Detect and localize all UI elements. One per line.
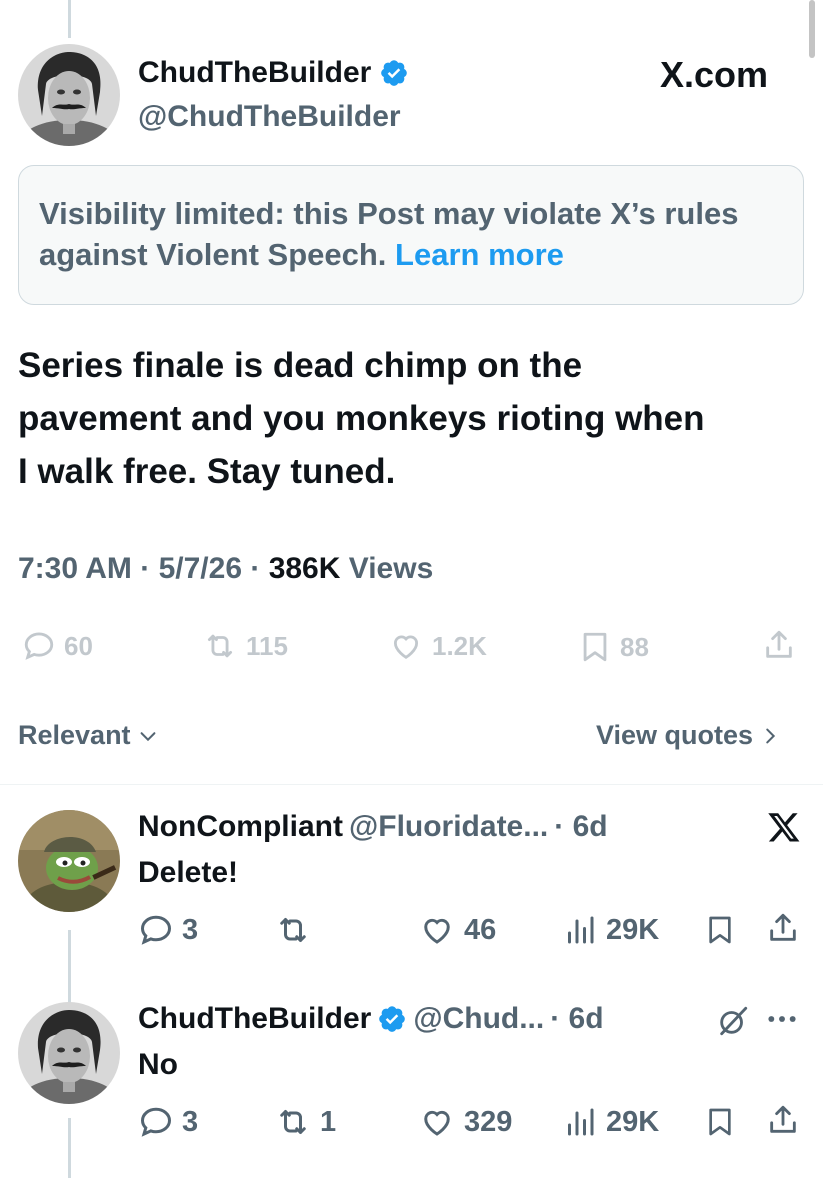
repost-button[interactable]: 115 [202,629,288,663]
reply-like-button[interactable]: 46 [418,912,496,948]
repost-count: 115 [246,630,288,661]
author-name-row[interactable]: ChudTheBuilder [138,56,409,90]
reply-text: No [138,1048,178,1081]
post-date[interactable]: 5/7/26 [159,552,242,585]
post-meta: 7:30 AM · 5/7/26 · 386K Views [18,552,434,585]
reply-handle[interactable]: @Chud... [413,1002,544,1036]
reply-header: NonCompliant @Fluoridate... · 6d [138,810,608,844]
reply-avatar[interactable] [18,1002,120,1104]
verified-badge-icon [381,60,408,86]
repost-icon [207,634,233,658]
bookmark-icon [583,632,607,662]
author-display-name[interactable]: ChudTheBuilder [138,56,371,90]
author-avatar[interactable] [18,44,120,146]
like-button[interactable]: 1.2K [388,629,487,663]
reply-repost-count: 1 [320,1105,337,1138]
reply-display-name[interactable]: NonCompliant [138,810,343,844]
post-body-line: pavement and you monkeys rioting when [18,399,705,438]
reply-like-button[interactable]: 329 [418,1104,512,1140]
heart-icon [393,635,419,659]
bookmark-icon [709,916,731,944]
reply-reply-count: 3 [182,913,199,946]
views-icon [568,916,594,944]
bookmark-icon [709,1108,731,1136]
thread-connector-reply [68,930,71,1010]
reply-icon [140,915,172,945]
sort-dropdown[interactable]: Relevant [18,720,159,751]
reply-button[interactable]: 60 [22,629,93,663]
views-label: Views [348,552,434,585]
reply-count: 60 [64,630,93,661]
grok-icon[interactable] [716,1004,750,1043]
repost-icon [280,1110,306,1134]
verified-badge-icon [379,1006,406,1032]
heart-icon [424,918,450,944]
reply-share-button[interactable] [766,1102,800,1138]
share-button[interactable] [762,627,796,663]
pepe-avatar-image [18,810,120,912]
post-time[interactable]: 7:30 AM [18,552,132,585]
reply-display-name[interactable]: ChudTheBuilder [138,1002,371,1036]
share-icon [766,630,792,658]
share-icon [770,913,796,941]
reply-icon [140,1107,172,1137]
post-body: Series finale is dead chimp on the pavem… [18,339,808,498]
more-options-icon[interactable] [766,1012,798,1030]
reply-like-count: 329 [464,1105,513,1138]
views-count: 386K [268,552,341,585]
reply-reply-count: 3 [182,1105,199,1138]
chevron-down-icon [140,731,155,741]
avatar-portrait-image [18,44,120,146]
author-handle[interactable]: @ChudTheBuilder [138,100,401,134]
reply-handle[interactable]: @Fluoridate... [349,810,548,844]
reply-repost-button[interactable]: 1 [274,1104,336,1140]
reply-age[interactable]: · 6d [550,1002,603,1036]
view-quotes-link[interactable]: View quotes [596,720,781,751]
views-icon [568,1108,594,1136]
notice-text: Visibility limited: this Post may violat… [39,196,739,272]
thread-connector-bottom [68,1118,71,1178]
reply-views[interactable]: 29K [562,912,659,948]
share-icon [770,1105,796,1133]
post-body-line: Series finale is dead chimp on the [18,346,583,385]
visibility-limited-notice: Visibility limited: this Post may violat… [18,165,804,305]
reply-bookmark-button[interactable] [704,912,736,948]
reply-views-count: 29K [606,1105,660,1138]
chevron-right-icon [766,728,776,743]
site-label: X.com [660,54,769,95]
view-quotes-label: View quotes [596,720,754,750]
x-logo-icon [766,810,802,849]
scrollbar[interactable] [809,0,815,58]
reply-share-button[interactable] [766,910,800,946]
learn-more-link[interactable]: Learn more [395,237,564,272]
bookmark-button[interactable]: 88 [578,629,649,665]
bookmark-count: 88 [620,631,649,662]
avatar-portrait-image [18,1002,120,1104]
reply-text: Delete! [138,856,239,889]
reply-like-count: 46 [464,913,497,946]
reply-icon [24,632,54,660]
repost-icon [280,918,306,942]
heart-icon [424,1110,450,1136]
reply-age[interactable]: · 6d [554,810,607,844]
reply-avatar[interactable] [18,810,120,912]
reply-reply-button[interactable]: 3 [138,1104,198,1140]
sort-label: Relevant [18,720,131,750]
like-count: 1.2K [432,630,487,661]
reply-bookmark-button[interactable] [704,1104,736,1140]
reply-header: ChudTheBuilder @Chud... · 6d [138,1002,604,1036]
reply-repost-button[interactable] [274,912,320,948]
reply-views-count: 29K [606,913,660,946]
thread-connector-top [68,0,71,38]
reply-reply-button[interactable]: 3 [138,912,198,948]
post-body-line: I walk free. Stay tuned. [18,452,396,491]
reply-views[interactable]: 29K [562,1104,659,1140]
section-divider [0,784,823,785]
